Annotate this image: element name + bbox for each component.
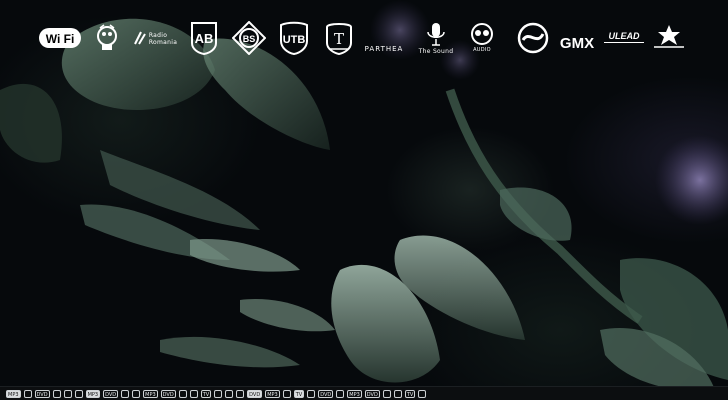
s-swirl-logo — [516, 16, 550, 60]
radio-waves-icon — [133, 31, 146, 45]
radio-romania-logo: Radio Romania — [132, 16, 178, 60]
strip-badge — [282, 389, 291, 398]
strip-badge — [307, 389, 316, 398]
strip-badge — [74, 389, 83, 398]
leaf — [0, 83, 62, 163]
bs-logo: BS — [232, 16, 266, 60]
strip-badge: TV — [293, 389, 305, 398]
bottom-logo-strip: MP3 DVD MP3 DVD MP3 DVD TV DVD MP3 TV DVD MP3 DVD TV — [0, 386, 728, 400]
strip-badge — [52, 389, 61, 398]
strip-badge: TV — [404, 389, 416, 398]
leaf — [160, 336, 300, 368]
star-badge-logo — [652, 16, 686, 60]
parthea-logo-text: PARTHEA — [364, 44, 404, 53]
wifi-logo-icon: Wi Fi — [39, 28, 81, 48]
bs-emblem-icon: BS — [232, 21, 266, 55]
leaf — [500, 187, 572, 241]
strip-badge: MP3 — [85, 389, 101, 398]
wifi-logo: Wi Fi — [38, 16, 82, 60]
soundtrack-logo — [96, 16, 118, 60]
t-logo-text: T — [334, 30, 344, 48]
strip-badge: DVD — [364, 389, 380, 398]
strip-badge: MP3 — [265, 389, 280, 398]
audio-disc-icon — [471, 23, 493, 45]
plant-background-image — [0, 0, 728, 391]
strip-badge: MP3 — [143, 389, 158, 398]
strip-badge — [178, 389, 187, 398]
strip-badge — [132, 389, 141, 398]
ab-logo: AB — [190, 16, 218, 60]
parthea-logo: PARTHEA — [360, 16, 408, 60]
the-sound-logo: The Sound — [418, 16, 454, 60]
strip-badge: MP3 — [347, 389, 362, 398]
strip-badge: DVD — [34, 389, 50, 398]
audio-text: AUDIO — [473, 47, 491, 53]
utb-shield-icon: UTB — [280, 21, 308, 55]
t-logo: T — [324, 16, 354, 60]
desktop-wallpaper: Wi Fi Radio Romania AB BS UTB T PARTHEA … — [0, 0, 728, 400]
star-badge-icon — [654, 25, 684, 48]
strip-badge — [189, 389, 198, 398]
strip-badge — [393, 389, 402, 398]
strip-badge — [336, 389, 345, 398]
utb-logo-text: UTB — [283, 34, 306, 46]
strip-badge: DVD — [247, 389, 263, 398]
swirl-icon — [517, 22, 549, 54]
strip-badge: DVD — [103, 389, 119, 398]
strip-badge: TV — [200, 389, 212, 398]
ulead-logo: ULEAD — [603, 16, 645, 60]
ab-shield-icon: AB — [191, 22, 217, 55]
strip-badge — [121, 389, 130, 398]
t-crest-icon: T — [326, 23, 352, 55]
strip-badge: DVD — [160, 389, 176, 398]
strip-badge: DVD — [318, 389, 334, 398]
ab-logo-text: AB — [195, 31, 214, 46]
strip-badge — [63, 389, 72, 398]
strip-badge — [382, 389, 391, 398]
strip-badge — [23, 389, 32, 398]
strip-badge — [236, 389, 245, 398]
mascot-icon — [97, 24, 117, 50]
gmx-logo: GMX — [555, 16, 599, 60]
flower — [655, 135, 728, 225]
wifi-logo-text: Wi Fi — [46, 32, 75, 46]
strip-badge — [418, 389, 427, 398]
audio-logo: AUDIO — [460, 16, 504, 60]
strip-badge: MP3 — [6, 389, 21, 398]
radio-romania-text: Radio Romania — [148, 31, 178, 46]
ulead-logo-text: ULEAD — [608, 31, 640, 41]
the-sound-text: The Sound — [418, 48, 454, 55]
microphone-icon — [427, 23, 445, 46]
leaf — [190, 239, 300, 272]
utb-logo: UTB — [278, 16, 310, 60]
bs-logo-text: BS — [243, 34, 256, 44]
strip-badge — [225, 389, 234, 398]
leaf — [240, 299, 335, 332]
strip-badge — [214, 389, 223, 398]
gmx-logo-text: GMX — [559, 34, 595, 52]
logo-row: Wi Fi Radio Romania AB BS UTB T PARTHEA … — [0, 16, 728, 60]
ulead-underline-icon — [604, 42, 644, 43]
